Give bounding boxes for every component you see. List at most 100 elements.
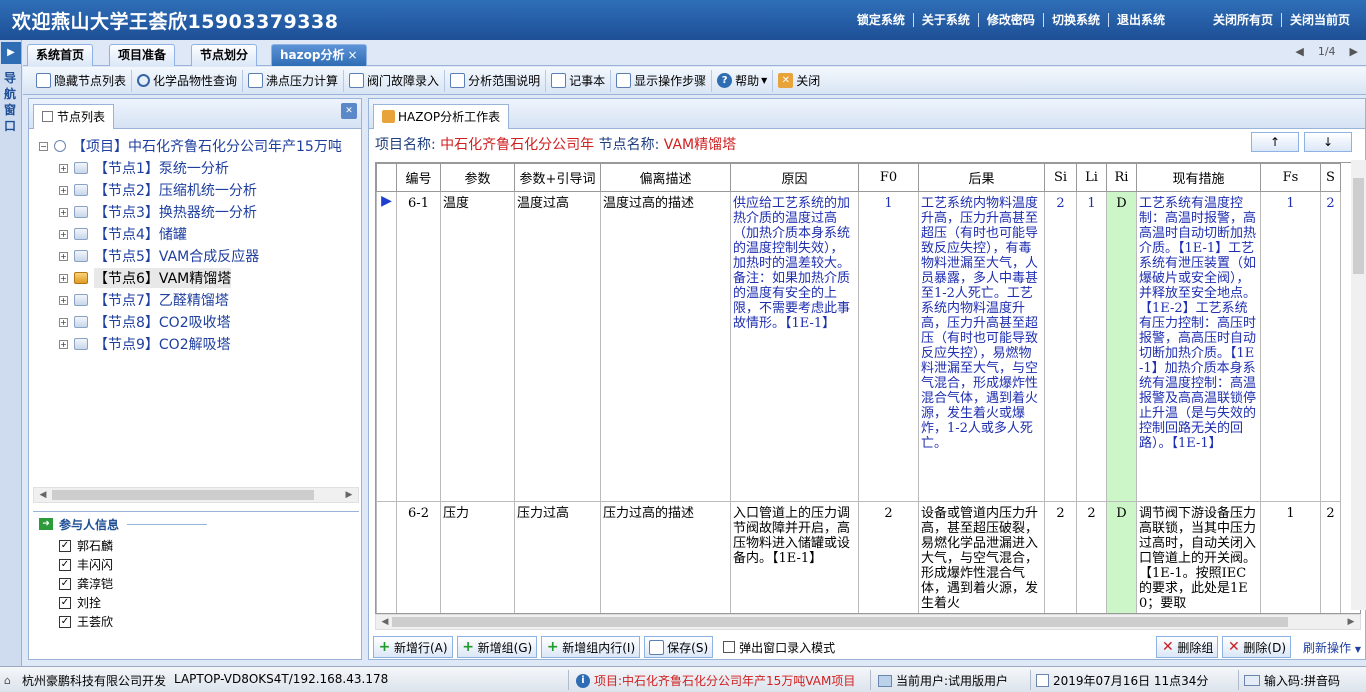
cell-consequence[interactable]: 设备或管道内压力升高，甚至超压破裂，易燃化学品泄漏进入大气，与空气混合，形成爆炸…	[918, 501, 1045, 613]
col-si[interactable]: Si	[1044, 163, 1077, 192]
delete-button[interactable]: ✕ 删除(D)	[1222, 636, 1291, 658]
nav-window-label[interactable]: 导航窗口	[0, 66, 20, 134]
cell-guide[interactable]: 压力过高	[514, 501, 601, 613]
cell-consequence[interactable]: 工艺系统内物料温度升高，压力升高甚至超压（有时也可能导致反应失控），有毒物料泄漏…	[918, 191, 1045, 502]
col-f0[interactable]: F0	[858, 163, 919, 192]
delete-group-button[interactable]: ✕ 删除组	[1156, 636, 1219, 658]
tree-node-4[interactable]: + 【节点4】储罐	[59, 223, 187, 245]
collapse-icon[interactable]: −	[39, 141, 48, 151]
col-desc[interactable]: 偏离描述	[600, 163, 731, 192]
col-guide[interactable]: 参数+引导词	[514, 163, 601, 192]
tree-node-7[interactable]: + 【节点7】乙醛精馏塔	[59, 289, 229, 311]
lock-system-link[interactable]: 锁定系统	[849, 13, 913, 27]
expand-icon[interactable]: +	[59, 295, 68, 305]
table-row[interactable]: ▶ 6-1 温度 温度过高 温度过高的描述 供应给工艺系统的加热介质的温度过高（…	[376, 191, 1341, 502]
tree-node-2[interactable]: + 【节点2】压缩机统一分析	[59, 179, 257, 201]
hide-node-list-button[interactable]: 隐藏节点列表	[31, 70, 131, 92]
show-steps-button[interactable]: 显示操作步骤	[610, 69, 711, 92]
add-group-row-button[interactable]: + 新增组内行(I)	[541, 636, 641, 658]
change-password-link[interactable]: 修改密码	[977, 13, 1043, 27]
close-current-page-link[interactable]: 关闭当前页	[1280, 13, 1358, 27]
tab-hazop-analysis[interactable]: hazop分析 ×	[271, 44, 367, 66]
col-id[interactable]: 编号	[396, 163, 441, 192]
notepad-button[interactable]: 记事本	[545, 69, 610, 92]
expand-icon[interactable]: +	[59, 229, 68, 239]
cell-li[interactable]: 1	[1076, 191, 1107, 502]
save-button[interactable]: 保存(S)	[644, 636, 714, 658]
col-consequence[interactable]: 后果	[918, 163, 1045, 192]
col-param[interactable]: 参数	[440, 163, 515, 192]
cell-cause[interactable]: 入口管道上的压力调节阀故障并开启，高压物料进入储罐或设备内。【1E-1】	[730, 501, 859, 613]
analysis-scope-button[interactable]: 分析范围说明	[444, 69, 545, 92]
checkbox-checked[interactable]: ✓	[59, 539, 71, 552]
add-group-button[interactable]: + 新增组(G)	[456, 636, 538, 658]
about-system-link[interactable]: 关于系统	[912, 13, 978, 27]
exit-system-link[interactable]: 退出系统	[1107, 13, 1173, 27]
cell-fs[interactable]: 1	[1260, 501, 1321, 613]
expand-icon[interactable]: +	[59, 339, 68, 349]
cell-si[interactable]: 2	[1044, 191, 1077, 502]
expand-icon[interactable]: +	[59, 251, 68, 261]
tree-node-1[interactable]: + 【节点1】泵统一分析	[59, 157, 229, 179]
expand-nav-icon[interactable]: ▶	[1, 42, 21, 64]
checkbox-checked[interactable]: ✓	[59, 577, 71, 590]
cell-f0[interactable]: 1	[858, 191, 919, 502]
next-page-icon[interactable]: ▶	[1350, 45, 1358, 58]
cell-f0[interactable]: 2	[858, 501, 919, 613]
cell-measures[interactable]: 工艺系统有温度控制：高温时报警，高高温时自动切断加热介质。【1E-1】工艺系统有…	[1136, 191, 1261, 502]
col-ri[interactable]: Ri	[1106, 163, 1137, 192]
checkbox-checked[interactable]: ✓	[59, 558, 71, 571]
col-cause[interactable]: 原因	[730, 163, 859, 192]
scroll-thumb[interactable]	[1353, 178, 1364, 274]
tree-node-6[interactable]: + 【节点6】VAM精馏塔	[59, 267, 232, 289]
node-list-tab[interactable]: 节点列表	[33, 104, 115, 129]
participant-item[interactable]: ✓ 郭石麟	[33, 536, 359, 555]
expand-icon[interactable]: +	[59, 207, 68, 217]
cell-li[interactable]: 2	[1076, 501, 1107, 613]
tab-node-division[interactable]: 节点划分	[191, 44, 258, 66]
boiling-pressure-button[interactable]: 沸点压力计算	[242, 69, 343, 92]
cell-s[interactable]: 2	[1320, 501, 1341, 613]
prev-page-icon[interactable]: ◀	[1295, 45, 1303, 58]
participant-item[interactable]: ✓ 刘拴	[33, 593, 359, 612]
col-li[interactable]: Li	[1076, 163, 1107, 192]
help-button[interactable]: ? 帮助 ▼	[711, 69, 772, 92]
cell-s[interactable]: 2	[1320, 191, 1341, 502]
scroll-right-icon[interactable]: ▶	[342, 488, 356, 502]
tab-home[interactable]: 系统首页	[27, 44, 94, 66]
tree-node-9[interactable]: + 【节点9】CO2解吸塔	[59, 333, 231, 355]
valve-fault-button[interactable]: 阀门故障录入	[343, 69, 444, 92]
cell-si[interactable]: 2	[1044, 501, 1077, 613]
expand-icon[interactable]: +	[59, 163, 68, 173]
close-button[interactable]: ✕ 关闭	[772, 69, 825, 92]
col-s[interactable]: S	[1320, 163, 1341, 192]
scroll-right-icon[interactable]: ▶	[1344, 615, 1358, 629]
tree-node-5[interactable]: + 【节点5】VAM合成反应器	[59, 245, 259, 267]
popup-mode-toggle[interactable]: 弹出窗口录入模式	[723, 639, 835, 656]
participant-item[interactable]: ✓ 龚淳铠	[33, 574, 359, 593]
scroll-left-icon[interactable]: ◀	[378, 615, 392, 629]
tree-node-3[interactable]: + 【节点3】换热器统一分析	[59, 201, 257, 223]
cell-measures[interactable]: 调节阀下游设备压力高联锁，当其中压力过高时，自动关闭入口管道上的开关阀。【1E-…	[1136, 501, 1261, 613]
checkbox-checked[interactable]: ✓	[59, 596, 71, 609]
cell-param[interactable]: 压力	[440, 501, 515, 613]
scroll-left-icon[interactable]: ◀	[36, 488, 50, 502]
cell-ri[interactable]: D	[1106, 191, 1137, 502]
worksheet-tab[interactable]: HAZOP分析工作表	[373, 104, 510, 129]
cell-desc[interactable]: 压力过高的描述	[600, 501, 731, 613]
expand-icon[interactable]: +	[59, 185, 68, 195]
participant-item[interactable]: ✓ 王荟欣	[33, 612, 359, 631]
switch-system-link[interactable]: 切换系统	[1042, 13, 1108, 27]
cell-cause[interactable]: 供应给工艺系统的加热介质的温度过高（加热介质本身系统的温度控制失效），加热时的温…	[730, 191, 859, 502]
tree-project[interactable]: − 【项目】中石化齐鲁石化分公司年产15万吨	[39, 135, 342, 157]
scroll-thumb[interactable]	[392, 617, 1288, 627]
close-all-pages-link[interactable]: 关闭所有页	[1205, 13, 1281, 27]
table-row[interactable]: 6-2 压力 压力过高 压力过高的描述 入口管道上的压力调节阀故障并开启，高压物…	[376, 501, 1341, 613]
cell-ri[interactable]: D	[1106, 501, 1137, 613]
move-down-button[interactable]: ↓	[1304, 132, 1352, 152]
expand-icon[interactable]: +	[59, 317, 68, 327]
chemical-property-button[interactable]: 化学品物性查询	[131, 69, 242, 92]
add-row-button[interactable]: + 新增行(A)	[373, 636, 453, 658]
scroll-thumb[interactable]	[52, 490, 314, 500]
move-up-button[interactable]: ↑	[1251, 132, 1299, 152]
